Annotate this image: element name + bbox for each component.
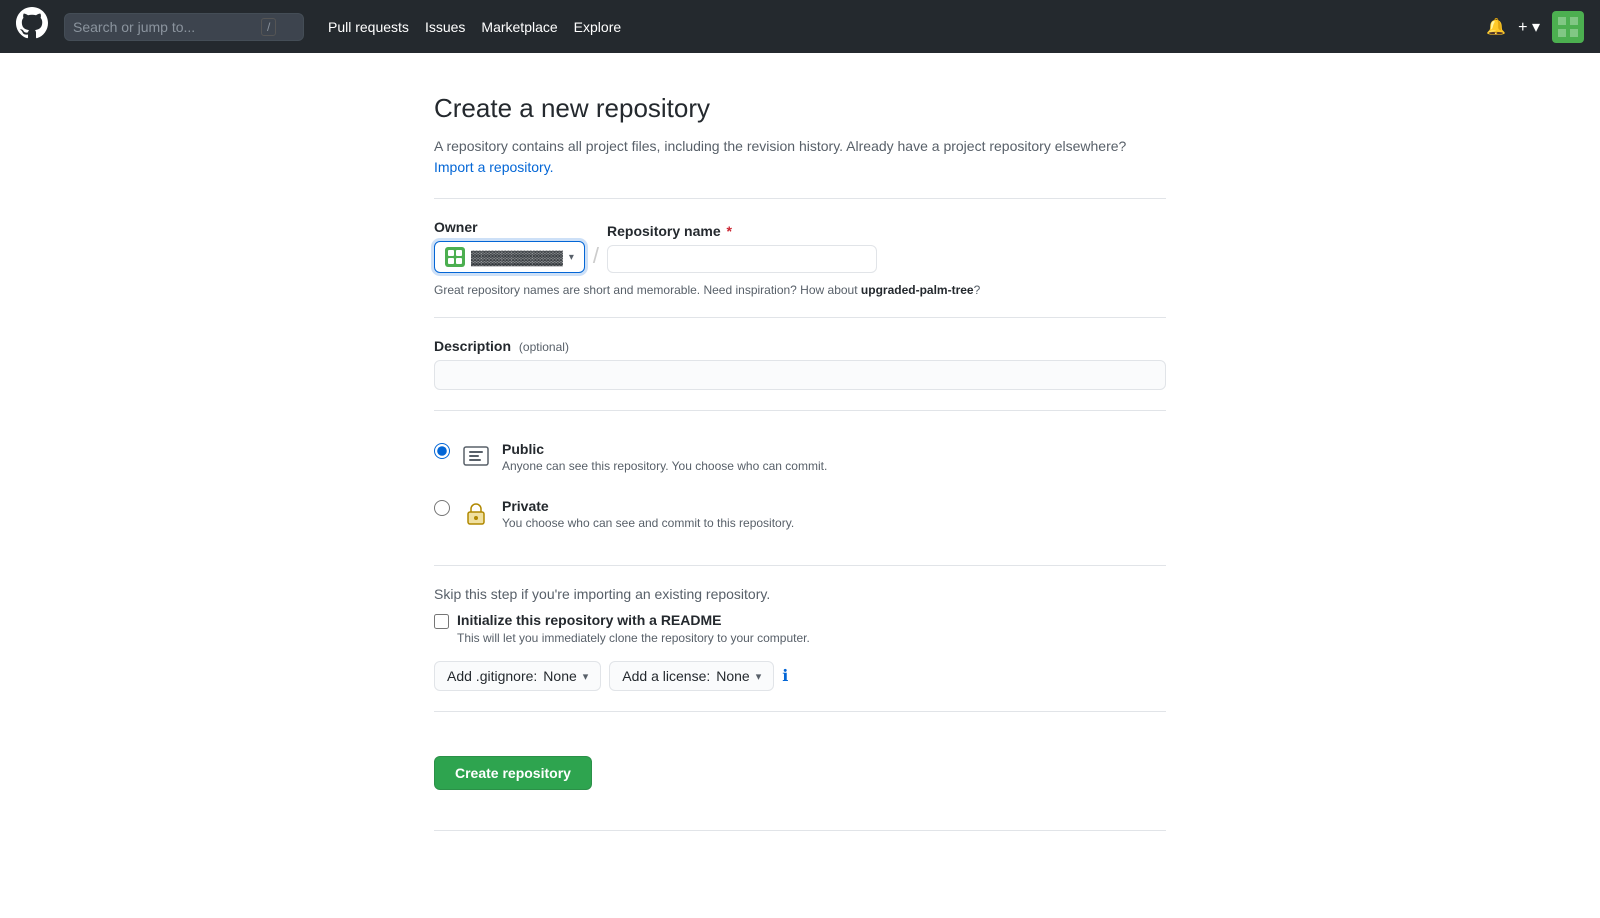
- public-radio-col: [434, 441, 450, 462]
- repo-name-label: Repository name *: [607, 223, 877, 239]
- init-section: Skip this step if you're importing an ex…: [434, 586, 1166, 691]
- page-title: Create a new repository: [434, 93, 1166, 124]
- description-label: Description (optional): [434, 338, 1166, 354]
- search-bar[interactable]: /: [64, 13, 304, 41]
- license-info-icon[interactable]: ℹ: [782, 666, 788, 686]
- owner-dropdown-arrow: ▾: [569, 252, 574, 263]
- divider-description: [434, 317, 1166, 318]
- issues-link[interactable]: Issues: [425, 19, 465, 35]
- page-subtitle: A repository contains all project files,…: [434, 136, 1166, 178]
- optional-label: (optional): [519, 340, 569, 354]
- github-logo-icon[interactable]: [16, 7, 48, 46]
- divider-top: [434, 198, 1166, 199]
- dropdown-row: Add .gitignore: None ▾ Add a license: No…: [434, 661, 1166, 691]
- private-text: Private You choose who can see and commi…: [502, 498, 794, 530]
- user-avatar-button[interactable]: [1552, 11, 1584, 43]
- suggestion-text: upgraded-palm-tree: [861, 283, 974, 297]
- private-radio-col: [434, 498, 450, 519]
- gitignore-label: Add .gitignore:: [447, 668, 537, 684]
- readme-text: Initialize this repository with a README…: [457, 612, 810, 645]
- slash-key: /: [261, 18, 276, 36]
- owner-dropdown[interactable]: ▓▓▓▓▓▓▓▓▓ ▾: [434, 241, 585, 273]
- slash-separator: /: [593, 243, 599, 273]
- search-input[interactable]: [73, 19, 253, 35]
- notifications-button[interactable]: 🔔: [1486, 17, 1506, 37]
- public-option: Public Anyone can see this repository. Y…: [434, 431, 1166, 488]
- readme-checkbox[interactable]: [434, 614, 449, 629]
- owner-group: Owner ▓▓▓▓▓▓▓▓▓ ▾: [434, 219, 585, 273]
- divider-init: [434, 565, 1166, 566]
- nav-right: 🔔 + ▾: [1486, 11, 1584, 43]
- owner-name-text: ▓▓▓▓▓▓▓▓▓: [471, 249, 563, 265]
- readme-checkbox-row: Initialize this repository with a README…: [434, 612, 1166, 645]
- nav-links: Pull requests Issues Marketplace Explore: [328, 19, 621, 35]
- repo-name-input[interactable]: [607, 245, 877, 273]
- divider-bottom: [434, 830, 1166, 831]
- repo-name-group: Repository name *: [607, 223, 877, 273]
- main-content: Create a new repository A repository con…: [0, 53, 1600, 918]
- import-repository-link[interactable]: Import a repository.: [434, 159, 554, 175]
- name-hint: Great repository names are short and mem…: [434, 283, 1166, 297]
- explore-link[interactable]: Explore: [574, 19, 621, 35]
- owner-label: Owner: [434, 219, 585, 235]
- navbar: / Pull requests Issues Marketplace Explo…: [0, 0, 1600, 53]
- owner-repo-row: Owner ▓▓▓▓▓▓▓▓▓ ▾ /: [434, 219, 1166, 273]
- divider-visibility: [434, 410, 1166, 411]
- license-dropdown[interactable]: Add a license: None ▾: [609, 661, 774, 691]
- owner-avatar: [445, 247, 465, 267]
- form-container: Create a new repository A repository con…: [410, 53, 1190, 911]
- gitignore-arrow-icon: ▾: [583, 670, 589, 683]
- license-label: Add a license:: [622, 668, 710, 684]
- new-menu-button[interactable]: + ▾: [1518, 17, 1540, 37]
- marketplace-link[interactable]: Marketplace: [481, 19, 557, 35]
- public-icon: [460, 441, 492, 478]
- gitignore-value: None: [543, 668, 576, 684]
- private-radio[interactable]: [434, 500, 450, 516]
- private-option: Private You choose who can see and commi…: [434, 488, 1166, 545]
- public-text: Public Anyone can see this repository. Y…: [502, 441, 827, 473]
- description-input[interactable]: [434, 360, 1166, 390]
- divider-create: [434, 711, 1166, 712]
- gitignore-dropdown[interactable]: Add .gitignore: None ▾: [434, 661, 601, 691]
- license-arrow-icon: ▾: [756, 670, 762, 683]
- license-value: None: [716, 668, 749, 684]
- pull-requests-link[interactable]: Pull requests: [328, 19, 409, 35]
- visibility-section: Public Anyone can see this repository. Y…: [434, 431, 1166, 545]
- public-radio[interactable]: [434, 443, 450, 459]
- description-group: Description (optional): [434, 338, 1166, 390]
- private-icon: [460, 498, 492, 535]
- skip-text: Skip this step if you're importing an ex…: [434, 586, 1166, 602]
- required-indicator: *: [723, 223, 732, 239]
- create-repository-button[interactable]: Create repository: [434, 756, 592, 790]
